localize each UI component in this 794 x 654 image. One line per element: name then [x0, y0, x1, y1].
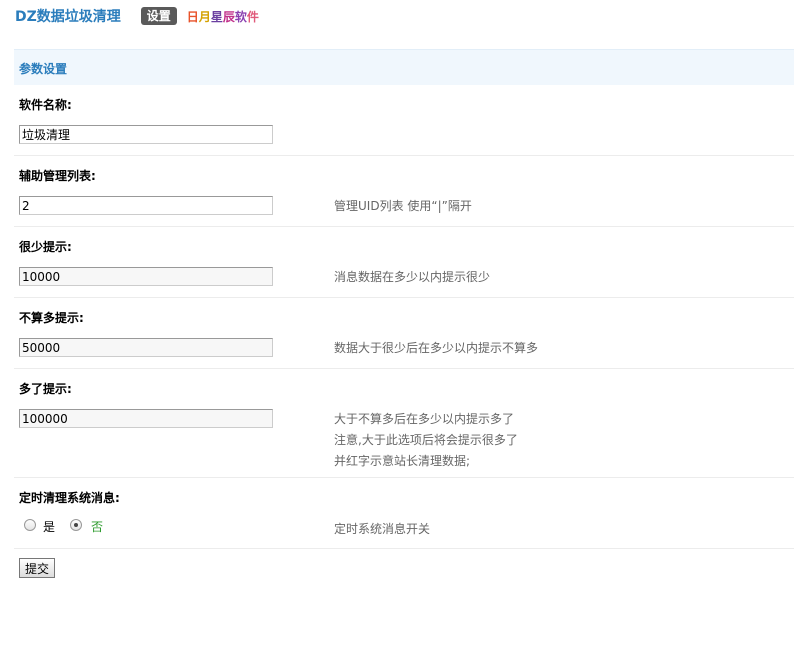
setting-many-hint: 多了提示: 大于不算多后在多少以内提示多了 注意,大于此选项后将会提示很多了 并… [14, 369, 794, 478]
setting-admin-list: 辅助管理列表: 管理UID列表 使用“|”隔开 [14, 156, 794, 227]
field-hint-line-2: 注意,大于此选项后将会提示很多了 [334, 433, 518, 447]
radio-no[interactable] [70, 519, 82, 531]
field-label: 软件名称: [19, 98, 72, 112]
field-label: 不算多提示: [19, 311, 84, 325]
app-title[interactable]: DZ数据垃圾清理 [15, 6, 121, 26]
admin-list-input[interactable] [19, 196, 273, 215]
field-label: 多了提示: [19, 382, 72, 396]
field-hint: 数据大于很少后在多少以内提示不算多 [334, 341, 539, 355]
field-hint: 管理UID列表 使用“|”隔开 [334, 199, 472, 213]
brand-char: 件 [246, 9, 259, 24]
setting-few-hint: 很少提示: 消息数据在多少以内提示很少 [14, 227, 794, 298]
field-hint: 定时系统消息开关 [334, 522, 431, 536]
brand-char: 月 [198, 9, 211, 24]
brand-char: 星 [210, 9, 223, 24]
setting-not-many-hint: 不算多提示: 数据大于很少后在多少以内提示不算多 [14, 298, 794, 369]
field-hint-line-3: 并红字示意站长清理数据; [334, 454, 471, 468]
field-label: 很少提示: [19, 240, 72, 254]
brand-char: 软 [234, 9, 247, 24]
panel-title: 参数设置 [19, 62, 68, 76]
radio-yes-label[interactable]: 是 [43, 518, 55, 535]
many-threshold-input[interactable] [19, 409, 273, 428]
brand-char: 日 [186, 9, 199, 24]
brand-char: 辰 [222, 9, 235, 24]
radio-yes[interactable] [24, 519, 36, 531]
not-many-threshold-input[interactable] [19, 338, 273, 357]
submit-button[interactable]: 提交 [19, 558, 55, 578]
software-name-input[interactable] [19, 125, 273, 144]
few-threshold-input[interactable] [19, 267, 273, 286]
tab-settings[interactable]: 设置 [140, 7, 177, 25]
setting-software-name: 软件名称: [14, 85, 794, 156]
brand-link[interactable]: 日 月 星 辰 软 件 [187, 8, 259, 25]
field-hint: 消息数据在多少以内提示很少 [334, 270, 491, 284]
radio-no-label[interactable]: 否 [91, 518, 103, 535]
field-label: 辅助管理列表: [19, 169, 96, 183]
top-bar: DZ数据垃圾清理 设置 日 月 星 辰 软 件 [15, 6, 259, 26]
panel-header: 参数设置 [14, 49, 794, 85]
field-label: 定时清理系统消息: [19, 491, 120, 505]
field-hint-line-1: 大于不算多后在多少以内提示多了 [334, 412, 515, 426]
setting-timed-clean: 定时清理系统消息: 是 否 定时系统消息开关 [14, 478, 794, 549]
divider [14, 548, 794, 549]
